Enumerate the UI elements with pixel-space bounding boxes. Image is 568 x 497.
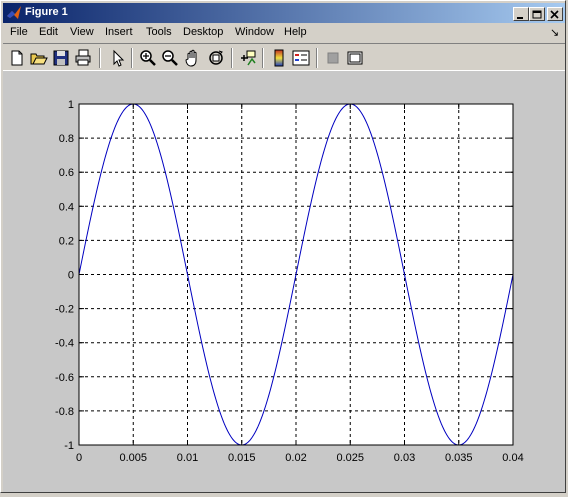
save-icon[interactable] [51, 48, 71, 68]
y-tick-label: 0.8 [59, 133, 74, 145]
print-icon[interactable] [73, 48, 93, 68]
maximize-icon [532, 10, 542, 19]
figure-window: Figure 1 File Edit View Insert Tools Des… [0, 0, 566, 493]
x-tick-label: 0.04 [502, 452, 523, 464]
maximize-button[interactable] [529, 7, 545, 21]
colorbar-icon[interactable] [269, 48, 289, 68]
toolbar-separator [231, 48, 233, 68]
toolbar-separator [262, 48, 264, 68]
menu-file[interactable]: File [10, 26, 28, 38]
x-tick-label: 0 [76, 452, 82, 464]
window-title: Figure 1 [25, 6, 68, 18]
x-tick-label: 0.01 [177, 452, 198, 464]
x-tick-label: 0.025 [336, 452, 364, 464]
dock-arrow-icon[interactable]: ↘ [550, 26, 559, 39]
y-tick-label: -0.4 [55, 338, 74, 350]
x-tick-label: 0.03 [394, 452, 415, 464]
menu-desktop[interactable]: Desktop [183, 26, 223, 38]
figure-canvas[interactable]: 0 0.005 0.01 0.015 0.02 0.025 0.03 0.035 0.04 1 0… [3, 71, 565, 492]
x-tick-labels: 0 0.005 0.01 0.015 0.02 0.025 0.03 0.035 0.04 [76, 452, 524, 464]
toolbar [3, 43, 565, 71]
show-plot-tools-icon[interactable] [345, 48, 365, 68]
close-icon [550, 10, 559, 19]
y-tick-label: 0.6 [59, 167, 74, 179]
toolbar-separator [131, 48, 133, 68]
menu-insert[interactable]: Insert [105, 26, 133, 38]
y-tick-label: -0.2 [55, 304, 74, 316]
pointer-icon[interactable] [107, 48, 127, 68]
x-tick-label: 0.005 [119, 452, 147, 464]
y-tick-label: -0.6 [55, 372, 74, 384]
title-bar[interactable]: Figure 1 [3, 3, 565, 23]
menu-help[interactable]: Help [284, 26, 307, 38]
menu-tools[interactable]: Tools [146, 26, 172, 38]
toolbar-separator [316, 48, 318, 68]
y-tick-label: -0.8 [55, 406, 74, 418]
x-tick-label: 0.035 [445, 452, 473, 464]
minimize-icon [517, 17, 523, 19]
zoom-in-icon[interactable] [138, 48, 158, 68]
pan-hand-icon[interactable] [183, 48, 203, 68]
menu-edit[interactable]: Edit [39, 26, 58, 38]
legend-icon[interactable] [291, 48, 311, 68]
plot-canvas[interactable]: 0 0.005 0.01 0.015 0.02 0.025 0.03 0.035 0.04 1 0… [3, 71, 565, 492]
hide-plot-tools-icon[interactable] [323, 48, 343, 68]
y-tick-label: 0 [68, 270, 74, 282]
x-tick-label: 0.015 [228, 452, 256, 464]
y-tick-label: 0.2 [59, 235, 74, 247]
menu-window[interactable]: Window [235, 26, 274, 38]
zoom-out-icon[interactable] [160, 48, 180, 68]
y-tick-labels: 1 0.8 0.6 0.4 0.2 0 -0.2 -0.4 -0.6 -0.8 -1 [55, 99, 74, 452]
matlab-logo-icon [7, 6, 21, 19]
x-tick-label: 0.02 [285, 452, 306, 464]
data-cursor-icon[interactable] [238, 48, 258, 68]
minimize-button[interactable] [513, 7, 529, 21]
y-tick-label: 0.4 [59, 201, 74, 213]
menu-view[interactable]: View [70, 26, 94, 38]
menu-bar: File Edit View Insert Tools Desktop Wind… [3, 23, 565, 43]
rotate-3d-icon[interactable] [206, 48, 226, 68]
toolbar-separator [99, 48, 101, 68]
close-button[interactable] [547, 7, 563, 21]
open-file-icon[interactable] [29, 48, 49, 68]
new-file-icon[interactable] [7, 48, 27, 68]
y-tick-label: -1 [64, 440, 74, 452]
y-tick-label: 1 [68, 99, 74, 111]
